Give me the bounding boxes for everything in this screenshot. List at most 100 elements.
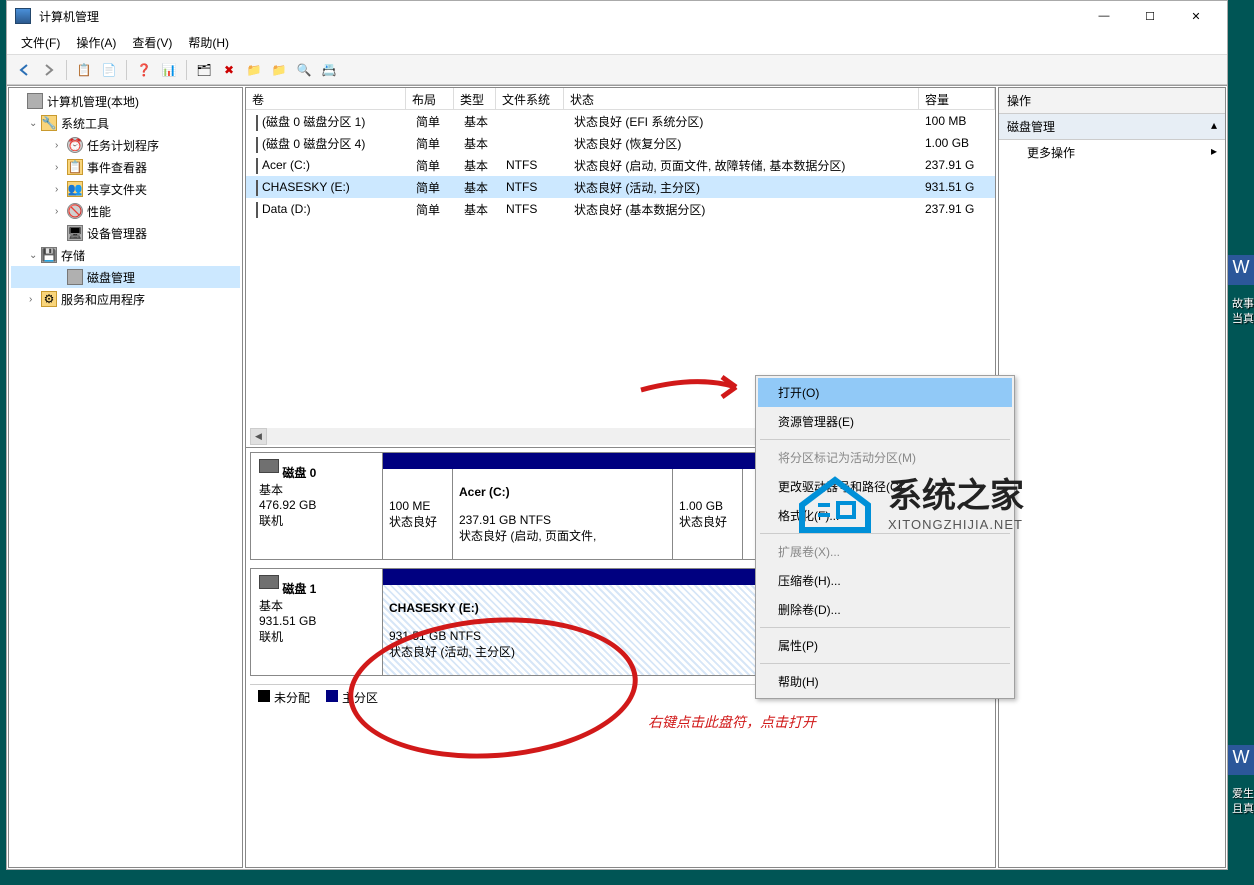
watermark-url: XITONGZHIJIA.NET <box>888 517 1024 532</box>
ctx-open[interactable]: 打开(O) <box>758 378 1012 407</box>
chevron-right-icon: ▸ <box>1211 144 1217 161</box>
watermark-logo-icon <box>792 465 878 535</box>
toolbar-icon[interactable]: 🔍 <box>293 59 315 81</box>
tree-shared-folders[interactable]: ›👥 共享文件夹 <box>11 178 240 200</box>
desktop-icon-label-2b: 且真 <box>1232 800 1254 816</box>
col-layout[interactable]: 布局 <box>406 88 454 109</box>
tools-icon: 🔧 <box>41 115 57 131</box>
tree-storage[interactable]: ⌄💾 存储 <box>11 244 240 266</box>
desktop-icon-label-1: 故事 <box>1232 295 1254 311</box>
col-capacity[interactable]: 容量 <box>919 88 995 109</box>
col-status[interactable]: 状态 <box>564 88 919 109</box>
col-filesystem[interactable]: 文件系统 <box>496 88 564 109</box>
menu-action[interactable]: 操作(A) <box>68 31 124 54</box>
toolbar-icon[interactable]: 🗂 <box>193 59 215 81</box>
maximize-button[interactable]: ☐ <box>1127 1 1173 31</box>
disk-icon <box>67 269 83 285</box>
tree-event-viewer[interactable]: ›📋 事件查看器 <box>11 156 240 178</box>
minimize-button[interactable]: — <box>1081 1 1127 31</box>
tree-device-manager[interactable]: 🖥 设备管理器 <box>11 222 240 244</box>
tree-performance[interactable]: ›🚫 性能 <box>11 200 240 222</box>
context-menu: 打开(O) 资源管理器(E) 将分区标记为活动分区(M) 更改驱动器号和路径(C… <box>755 375 1015 699</box>
ctx-help[interactable]: 帮助(H) <box>758 667 1012 696</box>
disk-label[interactable]: 磁盘 1基本931.51 GB联机 <box>251 569 383 675</box>
toolbar-icon[interactable]: 📇 <box>318 59 340 81</box>
close-button[interactable]: ✕ <box>1173 1 1219 31</box>
clock-icon: ⏰ <box>67 137 83 153</box>
col-volume[interactable]: 卷 <box>246 88 406 109</box>
toolbar-icon[interactable]: 📄 <box>98 59 120 81</box>
watermark-brand: 系统之家 <box>888 468 1024 517</box>
disk-label[interactable]: 磁盘 0基本476.92 GB联机 <box>251 453 383 559</box>
volume-icon <box>256 158 258 174</box>
volume-icon <box>256 115 258 131</box>
toolbar-icon[interactable]: 📁 <box>268 59 290 81</box>
menu-help[interactable]: 帮助(H) <box>180 31 237 54</box>
volume-row[interactable]: (磁盘 0 磁盘分区 1)简单基本状态良好 (EFI 系统分区)100 MB <box>246 110 995 132</box>
toolbar-icon[interactable]: 📊 <box>158 59 180 81</box>
window-title: 计算机管理 <box>39 8 1081 25</box>
volume-row[interactable]: Acer (C:)简单基本NTFS状态良好 (启动, 页面文件, 故障转储, 基… <box>246 154 995 176</box>
toolbar: 📋 📄 ❓ 📊 🗂 ✖ 📁 📁 🔍 📇 <box>7 55 1227 85</box>
tree-services[interactable]: ›⚙ 服务和应用程序 <box>11 288 240 310</box>
partition[interactable]: 100 ME状态良好 <box>383 469 453 559</box>
tree-label: 磁盘管理 <box>87 269 135 286</box>
legend-primary-label: 主分区 <box>342 691 378 705</box>
volume-row[interactable]: CHASESKY (E:)简单基本NTFS状态良好 (活动, 主分区)931.5… <box>246 176 995 198</box>
services-icon: ⚙ <box>41 291 57 307</box>
menu-file[interactable]: 文件(F) <box>13 31 68 54</box>
desktop-icon-label-2: 爱生 <box>1232 785 1254 801</box>
disk-icon <box>259 459 279 473</box>
forward-button[interactable] <box>38 59 60 81</box>
computer-management-window: 计算机管理 — ☐ ✕ 文件(F) 操作(A) 查看(V) 帮助(H) 📋 📄 … <box>6 0 1228 870</box>
volume-row[interactable]: (磁盘 0 磁盘分区 4)简单基本状态良好 (恢复分区)1.00 GB <box>246 132 995 154</box>
ctx-properties[interactable]: 属性(P) <box>758 631 1012 660</box>
menu-bar: 文件(F) 操作(A) 查看(V) 帮助(H) <box>7 31 1227 55</box>
more-actions[interactable]: 更多操作 ▸ <box>999 140 1225 165</box>
computer-icon <box>27 93 43 109</box>
actions-section[interactable]: 磁盘管理 ▴ <box>999 114 1225 140</box>
tree-label: 共享文件夹 <box>87 181 147 198</box>
ctx-extend: 扩展卷(X)... <box>758 537 1012 566</box>
tree-system-tools[interactable]: ⌄🔧 系统工具 <box>11 112 240 134</box>
scroll-left-icon[interactable]: ◀ <box>250 428 267 445</box>
ctx-delete[interactable]: 删除卷(D)... <box>758 595 1012 624</box>
storage-icon: 💾 <box>41 247 57 263</box>
perf-icon: 🚫 <box>67 203 83 219</box>
annotation-text: 右键点击此盘符，点击打开 <box>648 712 816 732</box>
menu-view[interactable]: 查看(V) <box>124 31 180 54</box>
tree-label: 系统工具 <box>61 115 109 132</box>
tree-disk-management[interactable]: 磁盘管理 <box>11 266 240 288</box>
desktop-word-icon-2: W <box>1228 745 1254 775</box>
actions-section-label: 磁盘管理 <box>1007 118 1055 135</box>
partition[interactable]: Acer (C:)237.91 GB NTFS状态良好 (启动, 页面文件, <box>453 469 673 559</box>
delete-icon[interactable]: ✖ <box>218 59 240 81</box>
watermark: 系统之家 XITONGZHIJIA.NET <box>792 465 1024 535</box>
share-icon: 👥 <box>67 181 83 197</box>
tree-root[interactable]: 计算机管理(本地) <box>11 90 240 112</box>
toolbar-icon[interactable]: 📁 <box>243 59 265 81</box>
legend-unallocated-swatch <box>258 690 270 702</box>
back-button[interactable] <box>13 59 35 81</box>
tree-label: 服务和应用程序 <box>61 291 145 308</box>
toolbar-icon[interactable]: 📋 <box>73 59 95 81</box>
tree-task-scheduler[interactable]: ›⏰ 任务计划程序 <box>11 134 240 156</box>
help-icon[interactable]: ❓ <box>133 59 155 81</box>
tree-root-label: 计算机管理(本地) <box>47 93 139 110</box>
desktop-word-icon-1: W <box>1228 255 1254 285</box>
volume-icon <box>256 202 258 218</box>
title-bar: 计算机管理 — ☐ ✕ <box>7 1 1227 31</box>
legend-unallocated-label: 未分配 <box>274 691 310 705</box>
annotation-arrow <box>636 365 756 408</box>
chevron-up-icon: ▴ <box>1211 118 1217 135</box>
volume-row[interactable]: Data (D:)简单基本NTFS状态良好 (基本数据分区)237.91 G <box>246 198 995 220</box>
volume-icon <box>256 137 258 153</box>
actions-pane: 操作 磁盘管理 ▴ 更多操作 ▸ <box>998 87 1226 868</box>
partition[interactable]: 1.00 GB状态良好 <box>673 469 743 559</box>
navigation-tree[interactable]: 计算机管理(本地) ⌄🔧 系统工具 ›⏰ 任务计划程序 ›📋 事件查看器 ›👥 … <box>8 87 243 868</box>
ctx-shrink[interactable]: 压缩卷(H)... <box>758 566 1012 595</box>
tree-label: 设备管理器 <box>87 225 147 242</box>
col-type[interactable]: 类型 <box>454 88 496 109</box>
ctx-explorer[interactable]: 资源管理器(E) <box>758 407 1012 436</box>
volume-list-header: 卷 布局 类型 文件系统 状态 容量 <box>246 88 995 110</box>
